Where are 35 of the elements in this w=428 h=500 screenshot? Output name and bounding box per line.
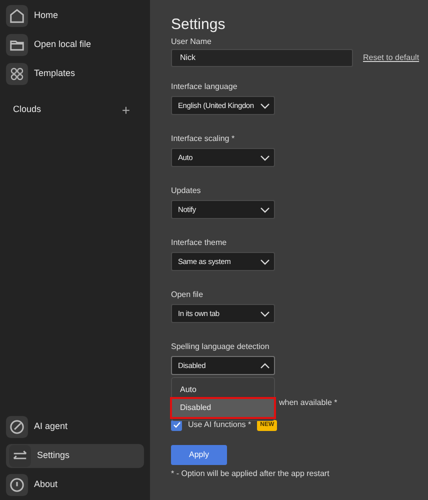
sidebar-item[interactable]: Settings (6, 444, 144, 468)
field-label: Interface theme (171, 238, 228, 248)
sidebar-item[interactable]: Open local file (6, 33, 144, 57)
field-label: User Name (171, 37, 212, 47)
sidebar-item[interactable]: About (6, 473, 144, 497)
sidebar-item[interactable]: Home (6, 4, 144, 28)
chevron-icon (260, 154, 270, 160)
name-input-field[interactable]: Nick (171, 49, 353, 67)
add-cloud-button[interactable]: + (122, 103, 130, 117)
section-heading: Clouds (13, 103, 42, 116)
apply-button[interactable]: Apply (171, 445, 227, 465)
field-label: Spelling language detection (171, 342, 270, 352)
chevron-icon (260, 102, 270, 108)
chevron-icon (260, 310, 270, 316)
reset-link[interactable]: Reset to default (363, 52, 420, 64)
field-label: Interface language (171, 82, 238, 92)
footnote-text: * - Option will be applied after the app restart (171, 468, 330, 480)
sliders-icon (9, 445, 31, 467)
folder-icon (6, 34, 28, 56)
checkbox-label: Use AI functions * (188, 419, 252, 431)
field-label: Open file (171, 290, 204, 300)
page-title: Settings (171, 15, 226, 35)
checkbox-label: when available * (279, 398, 338, 407)
dropdown-option[interactable]: Auto (172, 381, 274, 399)
chevron-icon (260, 206, 270, 212)
grid-icon (6, 63, 28, 85)
chevron-icon (260, 258, 270, 264)
house-icon (6, 5, 28, 27)
info-icon (6, 474, 28, 496)
dropdown-option[interactable]: Disabled (172, 399, 274, 417)
field-label: Interface scaling * (171, 134, 236, 144)
sidebar-item[interactable]: Templates (6, 62, 144, 86)
sidebar-item[interactable]: AI agent (6, 415, 144, 439)
chevron-icon (260, 362, 270, 368)
field-label: Updates (171, 186, 202, 196)
